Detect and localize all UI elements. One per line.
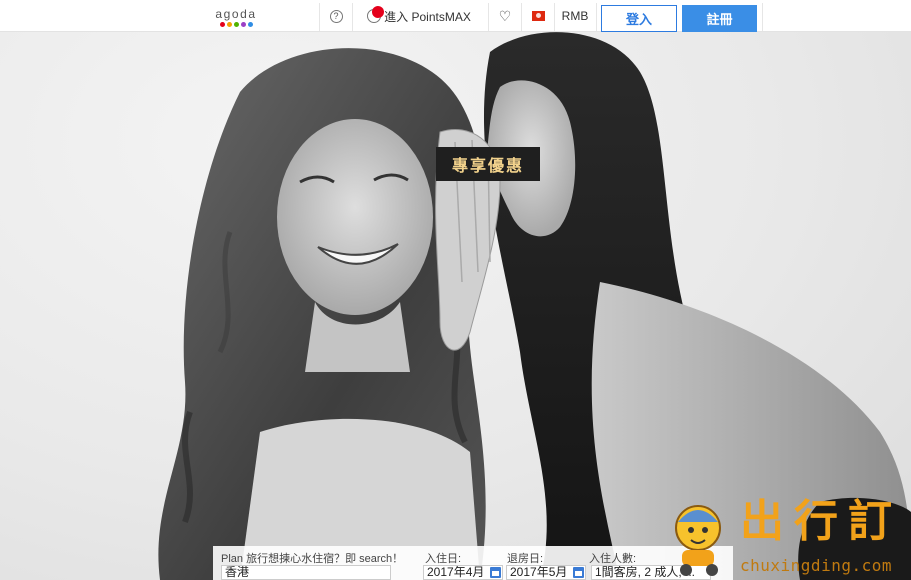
nav-divider [596, 3, 597, 31]
chuxingding-watermark: 出 行 訂 chuxingding.com [664, 492, 911, 580]
watermark-char: 出 [740, 496, 784, 547]
register-button[interactable]: 註冊 [682, 5, 757, 32]
logo-dots [212, 22, 260, 27]
logo-text: agoda [215, 7, 257, 21]
logo-dot [247, 22, 253, 27]
currency-selector[interactable]: RMB [555, 0, 595, 32]
checkin-date-value: 2017年4月 [427, 565, 485, 579]
language-selector[interactable] [522, 0, 554, 32]
help-button[interactable]: ? [320, 0, 352, 32]
logo-dot [226, 22, 232, 27]
logo-dot [219, 22, 225, 27]
checkout-date-input[interactable]: 2017年5月 [506, 565, 586, 580]
watermark-domain: chuxingding.com [740, 556, 892, 575]
login-button[interactable]: 登入 [601, 5, 677, 32]
nav-divider [762, 3, 763, 31]
agoda-logo[interactable]: agoda [212, 8, 260, 28]
hong-kong-flag-icon [531, 11, 545, 21]
mascot-icon [675, 505, 721, 576]
guests-label: 入住人數: [589, 553, 637, 565]
help-icon: ? [329, 9, 343, 23]
hotel-search-form: Plan 旅行想揀心水住宿？即 search！ 香港 入住日: 2017年4月 … [213, 546, 733, 580]
logo-dot [233, 22, 239, 27]
watermark-char: 訂 [848, 496, 892, 547]
logo-dot [240, 22, 246, 27]
heart-icon: ♡ [498, 8, 512, 24]
currency-label: RMB [561, 9, 589, 23]
calendar-icon[interactable] [573, 567, 584, 578]
checkout-date-value: 2017年5月 [510, 565, 568, 579]
checkin-date-input[interactable]: 2017年4月 [423, 565, 503, 580]
checkout-label: 退房日: [507, 553, 544, 565]
favorites-button[interactable]: ♡ [489, 0, 521, 32]
checkin-label: 入住日: [425, 553, 462, 565]
destination-label: Plan 旅行想揀心水住宿？即 search！ [221, 553, 404, 565]
notification-dot [372, 6, 384, 18]
top-navigation-bar: agoda ? 進入 PointsMAX ♡ RMB 登入 註冊 [0, 0, 911, 32]
calendar-icon[interactable] [490, 567, 501, 578]
watermark-char: 行 [794, 496, 838, 547]
destination-input[interactable]: 香港 [221, 565, 391, 580]
exclusive-deals-badge[interactable]: 專享優惠 [436, 147, 540, 181]
left-woman-face [277, 119, 433, 315]
pointsmax-label: 進入 PointsMAX [384, 9, 471, 24]
